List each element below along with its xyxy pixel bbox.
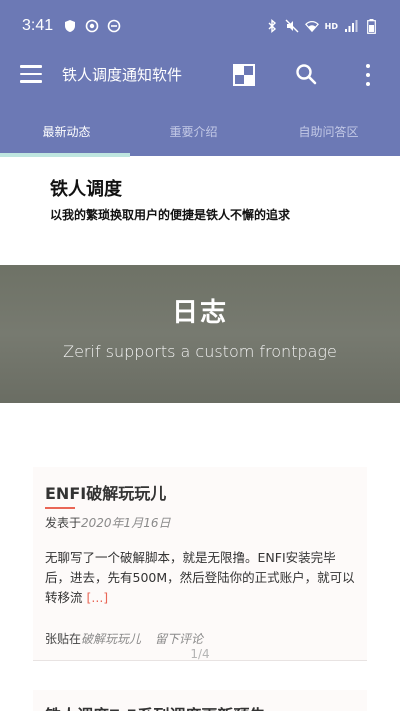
post-title-underline [45,507,75,509]
hero-subtitle: Zerif supports a custom frontpage [63,342,337,361]
signal-icon [344,19,358,33]
post-category-link[interactable]: 破解玩玩儿 [81,632,141,646]
checkerboard-icon[interactable] [233,64,255,86]
post-title[interactable]: ENFI破解玩玩儿 [45,480,166,504]
app-title: 铁人调度通知软件 [62,66,183,84]
tab-important-intro[interactable]: 重要介绍 [127,123,260,140]
next-post-title[interactable]: 铁人调度7.5系列调度更新预告 [45,702,265,711]
app-bar: 铁人调度通知软件 [0,52,400,98]
status-left-icons [63,19,121,33]
intro-section: 铁人调度 以我的繁琐换取用户的便捷是铁人不懈的追求 [0,157,400,265]
mute-icon [285,19,299,33]
post-meta-prefix: 发表于 [45,516,82,530]
wifi-icon [304,19,319,33]
post-card: ENFI破解玩玩儿 发表于2020年1月16日 无聊写了一个破解脚本，就是无限撸… [33,467,367,661]
tab-latest-news[interactable]: 最新动态 [0,123,133,140]
menu-icon[interactable] [20,65,42,83]
tab-bar: 最新动态 重要介绍 自助问答区 [0,98,400,156]
hero-title: 日志 [171,298,228,328]
status-time: 3:41 [22,17,54,34]
post-date[interactable]: 2020年1月16日 [81,516,170,530]
more-options-icon[interactable] [363,64,373,86]
leave-comment-link[interactable]: 留下评论 [155,632,203,646]
post-footer-prefix: 张贴在 [45,632,82,646]
tab-self-help-qa[interactable]: 自助问答区 [262,123,395,140]
status-right-icons: HD [265,18,378,34]
search-icon[interactable] [295,63,317,85]
post-excerpt: 无聊写了一个破解脚本，就是无限撸。ENFI安装完毕后，进去，先有500M，然后登… [45,548,359,608]
at-icon [85,19,99,33]
next-post-card: 铁人调度7.5系列调度更新预告 [33,690,367,711]
status-bar: 3:41 HD [0,0,400,52]
read-more-link[interactable]: [...] [87,590,109,605]
intro-subtitle: 以我的繁琐换取用户的便捷是铁人不懈的追求 [50,208,291,222]
shield-icon [63,19,77,33]
minus-circle-icon [107,19,121,33]
battery-icon [364,18,378,34]
post-meta: 发表于2020年1月16日 [45,514,170,531]
page-indicator: 1/4 [190,647,210,661]
bluetooth-icon [265,19,279,33]
hero-banner: 日志 Zerif supports a custom frontpage [0,265,400,403]
post-footer: 张贴在破解玩玩儿 留下评论 [45,630,203,647]
intro-title: 铁人调度 [50,179,122,200]
hd-label: HD [324,21,338,31]
